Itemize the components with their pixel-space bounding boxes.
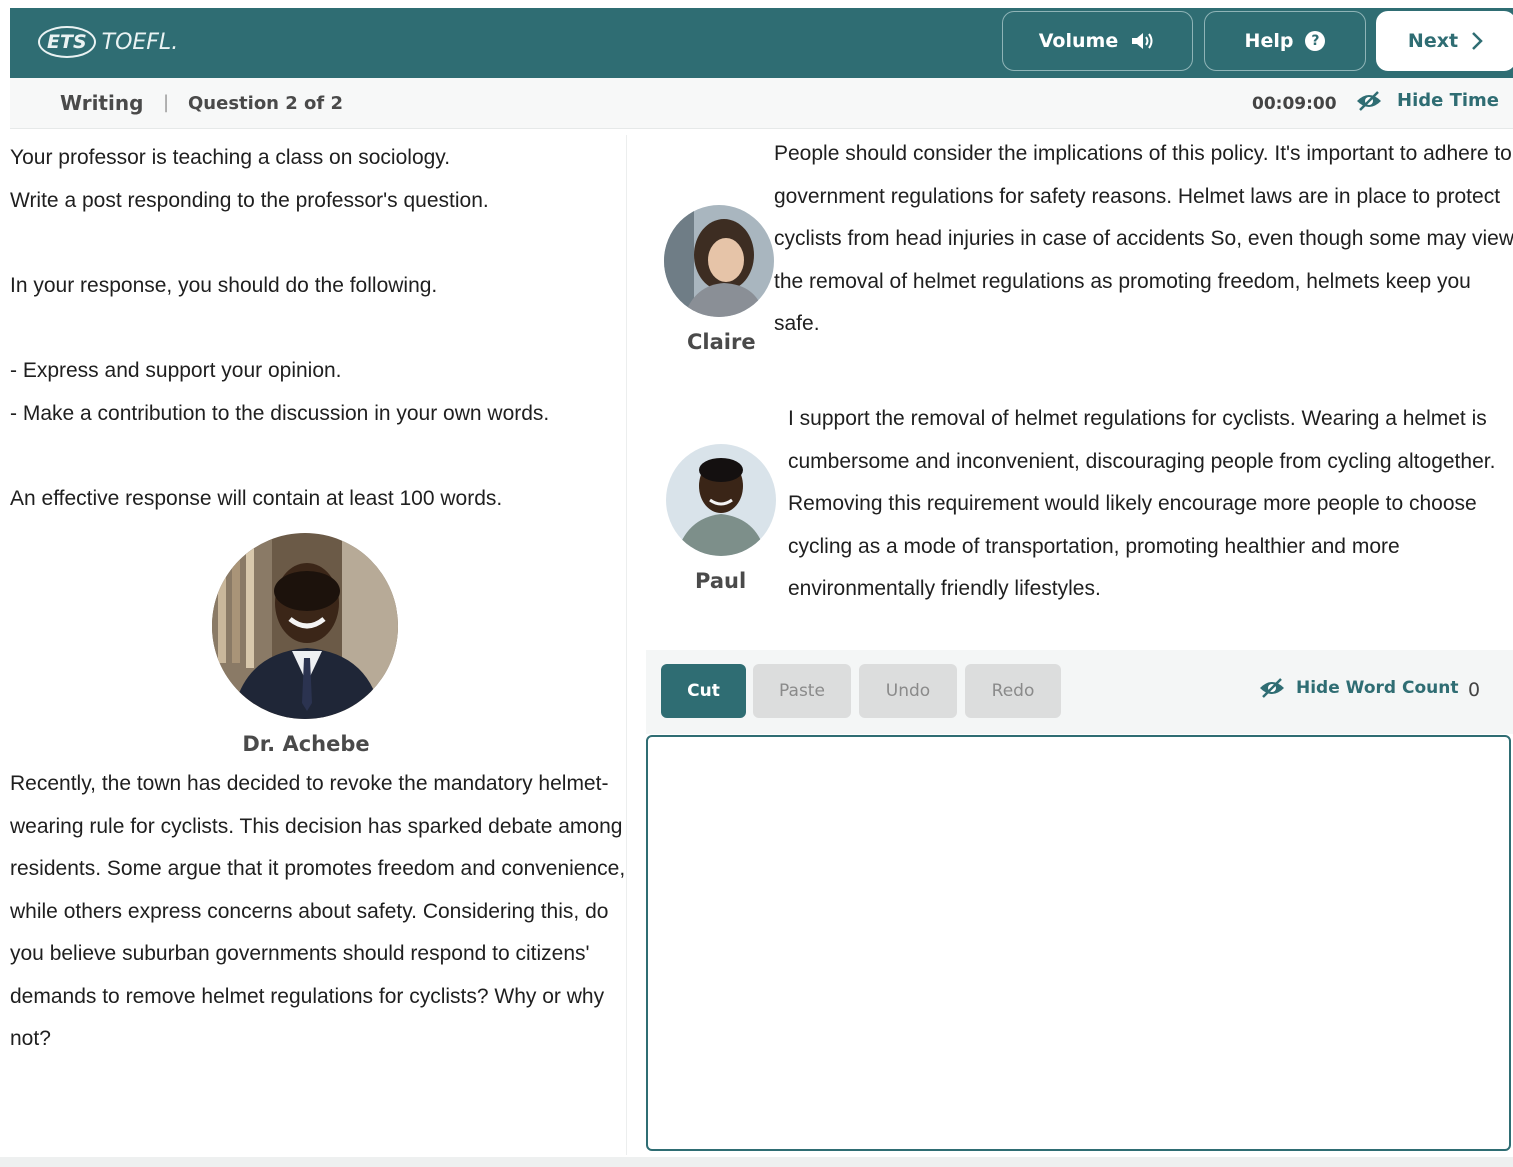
claire-name: Claire xyxy=(687,330,756,354)
volume-button[interactable]: Volume xyxy=(1002,11,1193,71)
hide-word-count-label: Hide Word Count xyxy=(1296,678,1459,698)
logo-ets: ETS xyxy=(38,26,96,58)
prompt-panel: Your professor is teaching a class on so… xyxy=(0,135,627,1155)
eye-slash-icon xyxy=(1260,678,1284,698)
hide-time-button[interactable]: Hide Time xyxy=(1355,90,1499,111)
prompt-line: - Make a contribution to the discussion … xyxy=(10,402,550,425)
paste-button[interactable]: Paste xyxy=(753,664,851,718)
section-name: Writing xyxy=(60,91,144,115)
speaker-icon xyxy=(1132,33,1153,49)
logo-toefl: TOEFL. xyxy=(101,29,179,55)
next-button[interactable]: Next xyxy=(1376,11,1513,71)
eye-slash-icon xyxy=(1357,90,1381,111)
help-button[interactable]: Help ? xyxy=(1204,11,1366,71)
prompt-line: - Express and support your opinion. xyxy=(10,359,342,382)
hide-time-label: Hide Time xyxy=(1397,90,1500,111)
prompt-line: Write a post responding to the professor… xyxy=(10,189,489,212)
paul-name: Paul xyxy=(695,569,747,593)
paul-post: I support the removal of helmet regulati… xyxy=(788,407,1496,600)
claire-post: People should consider the implications … xyxy=(774,142,1513,335)
claire-avatar xyxy=(664,205,774,317)
next-label: Next xyxy=(1407,30,1459,52)
response-editor[interactable] xyxy=(646,735,1511,1151)
professor-name: Dr. Achebe xyxy=(242,732,370,756)
volume-label: Volume xyxy=(1038,30,1119,52)
redo-button[interactable]: Redo xyxy=(965,664,1061,718)
ets-toefl-logo: ETS TOEFL. xyxy=(38,22,178,62)
editor-toolbar: Cut Paste Undo Redo Hide Word Count 0 xyxy=(646,650,1513,734)
word-count: 0 xyxy=(1468,679,1481,701)
hide-word-count-button[interactable]: Hide Word Count xyxy=(1258,678,1458,698)
question-mark-icon: ? xyxy=(1305,31,1326,51)
professor-question: Recently, the town has decided to revoke… xyxy=(10,772,626,1050)
divider: | xyxy=(163,92,170,113)
section-bar: Writing | Question 2 of 2 00:09:00 Hide … xyxy=(10,78,1513,129)
bottom-strip xyxy=(0,1157,1513,1167)
paul-avatar xyxy=(666,444,776,556)
prompt-line: In your response, you should do the foll… xyxy=(10,274,438,297)
chevron-right-icon xyxy=(1472,32,1483,50)
help-label: Help xyxy=(1244,30,1294,52)
undo-button[interactable]: Undo xyxy=(859,664,957,718)
professor-avatar xyxy=(212,533,398,719)
prompt-line: Your professor is teaching a class on so… xyxy=(10,146,451,169)
timer: 00:09:00 xyxy=(1252,94,1337,114)
cut-button[interactable]: Cut xyxy=(661,664,746,718)
prompt-line: An effective response will contain at le… xyxy=(10,487,503,510)
top-bar: ETS TOEFL. Volume Help ? Next xyxy=(10,8,1513,78)
question-counter: Question 2 of 2 xyxy=(188,93,344,114)
